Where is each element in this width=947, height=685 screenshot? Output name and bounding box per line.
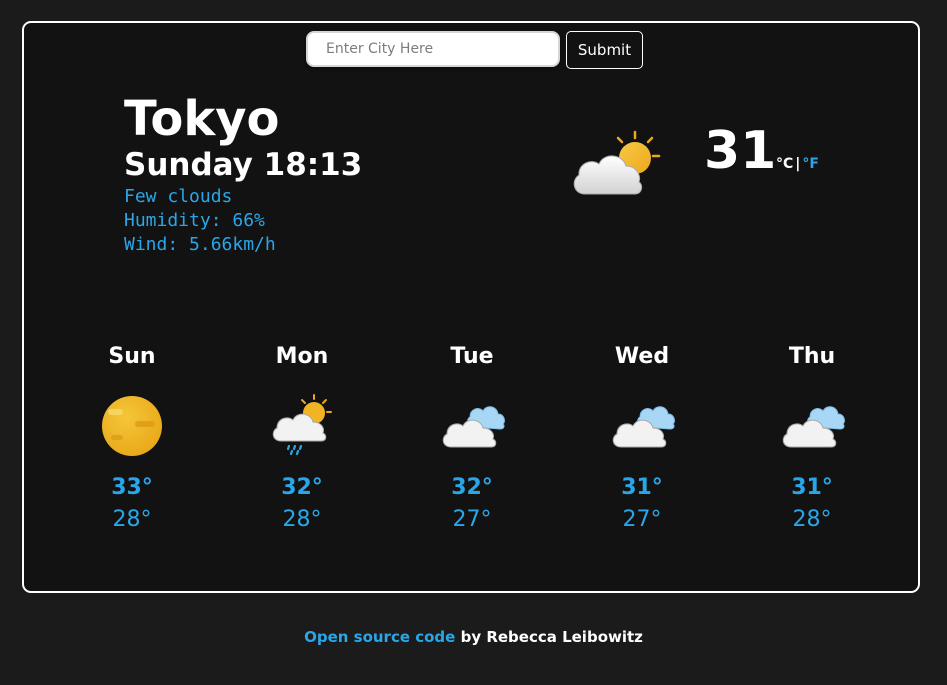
forecast-day: Tue 32° 27°	[387, 341, 557, 537]
submit-button[interactable]: Submit	[566, 31, 643, 69]
fahrenheit-link[interactable]: °F	[802, 156, 819, 172]
city-search-input[interactable]	[306, 31, 560, 67]
forecast-min-temp: 28°	[282, 507, 322, 532]
few-clouds-day-icon	[573, 130, 661, 195]
unit-toggle: °C | °F	[776, 156, 819, 172]
clouds-icon	[612, 406, 675, 448]
forecast-row: Sun 33° 28° Mon 32° 28° Tue 32° 27° Wed …	[47, 341, 897, 537]
footer: Open source code by Rebecca Leibowitz	[0, 628, 947, 646]
forecast-min-temp: 28°	[112, 507, 152, 532]
forecast-day-name: Tue	[450, 344, 494, 369]
celsius-link[interactable]: °C	[776, 156, 793, 172]
open-source-code-link[interactable]: Open source code	[304, 628, 455, 646]
unit-separator: |	[795, 156, 801, 172]
forecast-max-temp: 32°	[281, 475, 323, 500]
current-datetime: Sunday 18:13	[124, 147, 363, 183]
forecast-min-temp: 27°	[452, 507, 492, 532]
forecast-day-name: Thu	[788, 344, 836, 369]
footer-author: by Rebecca Leibowitz	[455, 628, 643, 646]
clouds-icon	[782, 406, 845, 448]
weather-description: Few clouds	[124, 186, 233, 207]
forecast-max-temp: 31°	[791, 475, 833, 500]
forecast-day-name: Sun	[108, 344, 156, 369]
humidity-text: Humidity: 66%	[124, 210, 265, 231]
city-name: Tokyo	[124, 91, 280, 147]
clouds-icon	[442, 406, 505, 448]
forecast-max-temp: 33°	[111, 475, 153, 500]
forecast-day-name: Mon	[275, 344, 329, 369]
forecast-day: Mon 32° 28°	[217, 341, 387, 537]
forecast-day: Wed 31° 27°	[557, 341, 727, 537]
forecast-day: Thu 31° 28°	[727, 341, 897, 537]
sun-icon	[102, 396, 162, 456]
forecast-min-temp: 28°	[792, 507, 832, 532]
weather-details: Few clouds Humidity: 66% Wind: 5.66km/h	[124, 185, 276, 257]
rain-cloud-sun-icon	[272, 394, 332, 456]
forecast-day: Sun 33° 28°	[47, 341, 217, 537]
forecast-min-temp: 27°	[622, 507, 662, 532]
forecast-day-name: Wed	[614, 344, 670, 369]
current-temperature: 31	[704, 121, 777, 181]
wind-text: Wind: 5.66km/h	[124, 234, 276, 255]
weather-card: Submit Tokyo Sunday 18:13 Few clouds Hum…	[22, 21, 920, 593]
forecast-max-temp: 31°	[621, 475, 663, 500]
search-form: Submit	[306, 31, 643, 69]
forecast-max-temp: 32°	[451, 475, 493, 500]
